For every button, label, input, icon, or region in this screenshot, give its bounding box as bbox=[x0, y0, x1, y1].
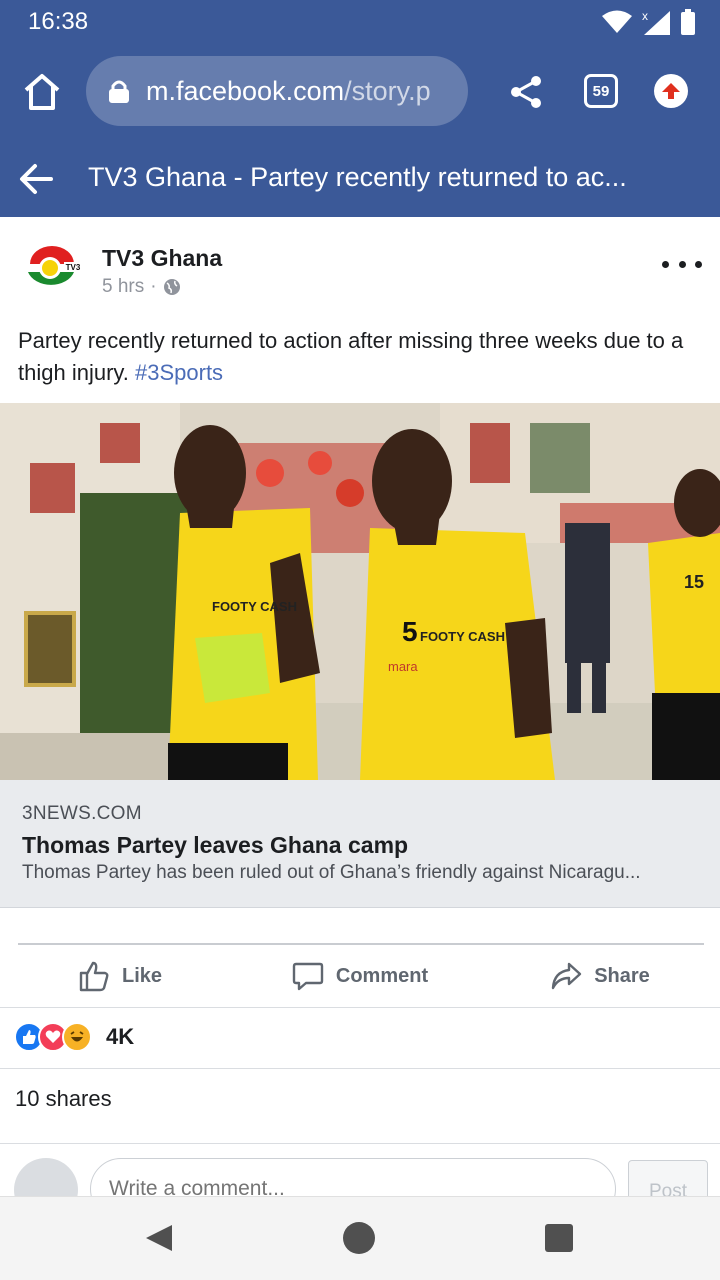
triangle-back-icon bbox=[146, 1225, 172, 1251]
hashtag-link[interactable]: #3Sports bbox=[135, 360, 223, 385]
share-button[interactable]: Share bbox=[480, 945, 720, 1007]
back-arrow-icon bbox=[20, 164, 53, 194]
lock-icon bbox=[109, 80, 129, 103]
post-meta: 5 hrs · bbox=[102, 276, 181, 298]
comment-bubble-icon bbox=[292, 962, 324, 991]
page-title: TV3 Ghana - Partey recently returned to … bbox=[88, 162, 627, 192]
post-timestamp[interactable]: 5 hrs bbox=[102, 276, 144, 298]
url-path: /story.p bbox=[344, 75, 431, 106]
url-host: m.facebook.com bbox=[146, 75, 345, 106]
like-label: Like bbox=[121, 964, 163, 987]
browser-toolbar: m.facebook.com/story.p 59 bbox=[0, 44, 720, 140]
shirt-sponsor-1: FOOTY CASH bbox=[212, 599, 297, 614]
dot-icon bbox=[678, 260, 686, 268]
back-button[interactable] bbox=[18, 162, 54, 196]
link-title: Thomas Partey leaves Ghana camp bbox=[22, 832, 409, 858]
nav-recents-button[interactable] bbox=[545, 1224, 573, 1252]
facebook-header: TV3 Ghana - Partey recently returned to … bbox=[0, 140, 720, 217]
tv3-logo-icon: TV3 bbox=[28, 246, 82, 285]
nav-home-button[interactable] bbox=[343, 1222, 375, 1254]
update-button[interactable] bbox=[654, 74, 688, 108]
shirt-number: 5 bbox=[402, 616, 418, 647]
status-bar: 16:38 x bbox=[0, 0, 720, 44]
divider bbox=[0, 1143, 720, 1144]
page-avatar[interactable]: TV3 bbox=[24, 242, 84, 292]
meta-separator: · bbox=[150, 276, 157, 297]
shirt-sponsor-3: mara bbox=[388, 659, 418, 674]
globe-icon bbox=[163, 279, 180, 295]
dot-icon bbox=[662, 260, 669, 268]
share-nodes-icon bbox=[511, 76, 541, 108]
home-button[interactable] bbox=[20, 70, 64, 114]
thumbs-up-icon bbox=[79, 961, 109, 992]
url-text: m.facebook.com/story.p bbox=[146, 76, 431, 107]
link-domain: 3NEWS.COM bbox=[22, 803, 142, 824]
link-description: Thomas Partey has been ruled out of Ghan… bbox=[22, 862, 641, 883]
back-number: 15 bbox=[684, 572, 704, 592]
wifi-icon bbox=[602, 10, 632, 33]
dot-icon bbox=[695, 260, 702, 268]
divider bbox=[0, 1068, 720, 1069]
status-icons: x bbox=[602, 8, 696, 36]
nav-back-button[interactable] bbox=[144, 1223, 174, 1258]
avatar-label: TV3 bbox=[66, 263, 81, 272]
home-icon bbox=[24, 74, 60, 110]
svg-text:x: x bbox=[642, 9, 648, 23]
shirt-sponsor-2: FOOTY CASH bbox=[420, 629, 505, 644]
page-name[interactable]: TV3 Ghana bbox=[102, 245, 222, 272]
up-arrow-icon bbox=[662, 83, 680, 99]
more-options-button[interactable] bbox=[662, 252, 702, 276]
tab-switcher-button[interactable]: 59 bbox=[584, 74, 618, 108]
battery-icon bbox=[681, 9, 695, 35]
comment-label: Comment bbox=[335, 964, 429, 987]
reactions-summary[interactable]: 4K bbox=[14, 1022, 134, 1052]
post-text: Partey recently returned to action after… bbox=[18, 325, 698, 389]
link-preview[interactable]: 3NEWS.COM Thomas Partey leaves Ghana cam… bbox=[0, 780, 720, 908]
divider bbox=[0, 1007, 720, 1008]
system-nav-bar bbox=[0, 1196, 720, 1280]
post-photo[interactable]: FOOTY CASH 5 FOOTY CASH mara 15 bbox=[0, 403, 720, 780]
signal-icon: x bbox=[642, 9, 670, 35]
players-photo: FOOTY CASH 5 FOOTY CASH mara 15 bbox=[0, 403, 720, 780]
like-button[interactable]: Like bbox=[0, 945, 240, 1007]
browser-share-button[interactable] bbox=[506, 72, 546, 112]
reaction-count: 4K bbox=[106, 1024, 135, 1049]
share-arrow-icon bbox=[552, 962, 582, 990]
haha-reaction-icon bbox=[62, 1022, 92, 1052]
action-bar: Like Comment Share bbox=[0, 945, 720, 1007]
post-body: Partey recently returned to action after… bbox=[18, 328, 684, 385]
share-label: Share bbox=[594, 964, 650, 987]
comment-button[interactable]: Comment bbox=[240, 945, 480, 1007]
status-time: 16:38 bbox=[28, 8, 89, 35]
address-bar[interactable]: m.facebook.com/story.p bbox=[86, 56, 468, 126]
share-count[interactable]: 10 shares bbox=[15, 1086, 112, 1112]
